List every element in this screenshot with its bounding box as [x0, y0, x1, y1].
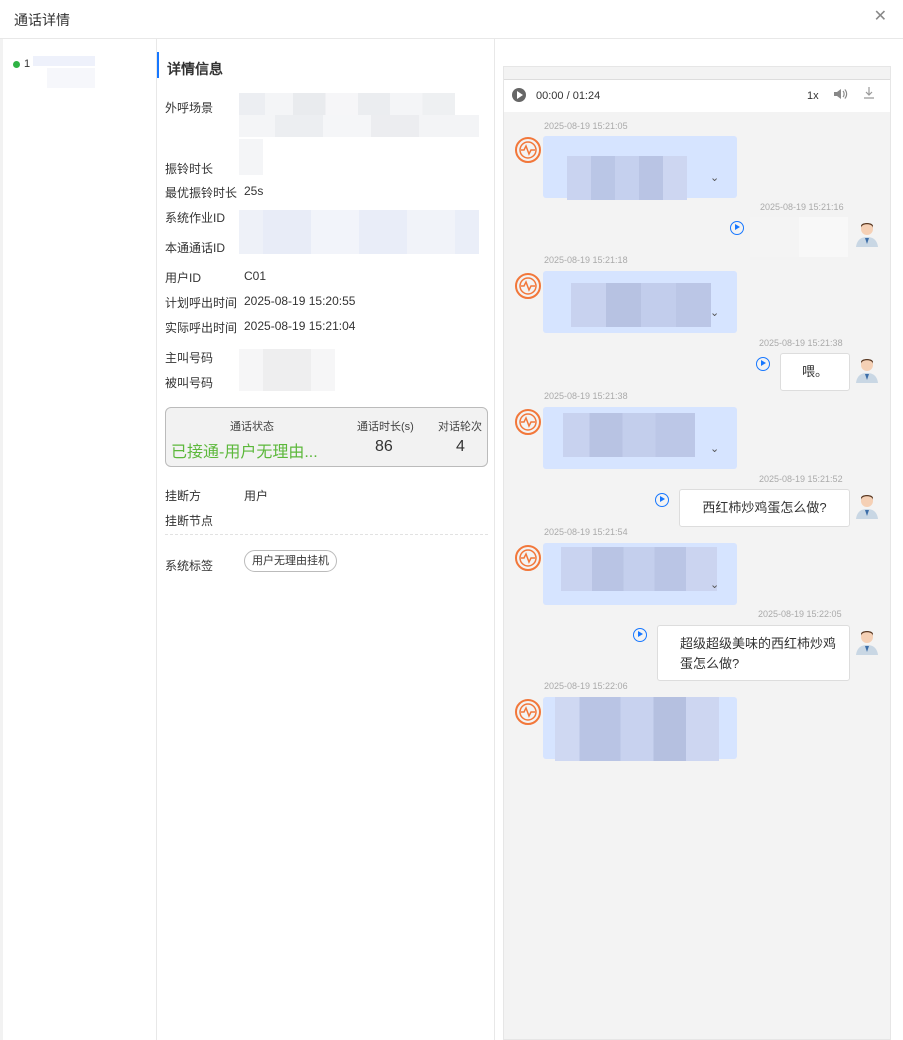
call-id-label: 本通通话ID [165, 241, 226, 255]
user-id-label: 用户ID [165, 271, 202, 285]
audio-player: 00:00 / 01:24 1x [504, 79, 890, 112]
bot-avatar-icon [515, 699, 541, 725]
redacted-block [567, 156, 687, 200]
message-time: 2025-08-19 15:21:52 [759, 474, 843, 484]
system-tag: 用户无理由挂机 [244, 550, 337, 572]
duration-value: 86 [375, 438, 393, 455]
message-time: 2025-08-19 15:21:54 [544, 527, 628, 537]
user-avatar-icon [856, 359, 878, 383]
redacted-block [33, 56, 95, 66]
replay-icon[interactable] [730, 221, 744, 235]
dialog-title: 通话详情 [14, 12, 70, 28]
section-title: 详情信息 [157, 52, 223, 78]
message-time: 2025-08-19 15:22:06 [544, 681, 628, 691]
hangup-node-label: 挂断节点 [165, 514, 214, 528]
expand-chevron-icon[interactable]: ⌄ [710, 442, 719, 455]
expand-chevron-icon[interactable]: ⌄ [710, 306, 719, 319]
bot-message-bubble: ⌄ [543, 271, 737, 333]
user-avatar-icon [856, 495, 878, 519]
redacted-user-message [750, 217, 848, 257]
scene-label: 外呼场景 [165, 101, 214, 115]
bot-avatar-icon [515, 545, 541, 571]
callee-label: 被叫号码 [165, 376, 214, 390]
replay-icon[interactable] [633, 628, 647, 642]
user-id-value: C01 [244, 269, 267, 283]
planned-time-value: 2025-08-19 15:20:55 [244, 294, 356, 308]
close-icon[interactable]: ✕ [874, 9, 887, 25]
planned-time-label: 计划呼出时间 [165, 296, 238, 310]
system-job-id-label: 系统作业ID [165, 211, 226, 225]
bot-avatar-icon [515, 273, 541, 299]
details-panel: 详情信息 外呼场景 振铃时长 最优振铃时长 25s 系统作业ID 本通通话ID … [157, 39, 495, 1040]
bot-message-bubble [543, 697, 737, 761]
bot-message-bubble: ⌄ [543, 136, 737, 200]
volume-icon[interactable] [832, 86, 848, 102]
expand-chevron-icon[interactable]: ⌄ [710, 578, 719, 591]
call-summary-card: 通话状态 已接通-用户无理由... 通话时长(s) 86 对话轮次 4 [165, 407, 488, 467]
divider [165, 534, 488, 535]
redacted-block [239, 210, 479, 254]
call-list-item[interactable]: 1 [13, 57, 30, 71]
message-time: 2025-08-19 15:21:38 [759, 338, 843, 348]
download-icon[interactable] [862, 86, 876, 100]
system-tags-label: 系统标签 [165, 559, 214, 573]
status-value: 已接通-用户无理由... [171, 444, 318, 461]
play-icon[interactable] [512, 88, 526, 102]
user-avatar-icon [856, 631, 878, 655]
message-time: 2025-08-19 15:21:18 [544, 255, 628, 265]
dialog-header: 通话详情 ✕ [0, 0, 903, 39]
conversation-panel: 00:00 / 01:24 1x 2025-08-19 15:21:05 ⌄ 2… [503, 66, 891, 1040]
player-time: 00:00 / 01:24 [536, 90, 601, 102]
turns-value: 4 [456, 438, 465, 455]
user-message-bubble: 喂。 [780, 353, 850, 391]
hangup-by-value: 用户 [244, 489, 269, 503]
status-dot-icon [13, 60, 20, 68]
redacted-block [555, 697, 719, 761]
call-list-panel: 1 [3, 39, 157, 1040]
speed-button[interactable]: 1x [807, 90, 819, 102]
message-time: 2025-08-19 15:21:05 [544, 121, 628, 131]
redacted-block [239, 349, 335, 391]
duration-label: 通话时长(s) [357, 421, 414, 433]
best-ring-duration-label: 最优振铃时长 [165, 186, 238, 200]
redacted-block [47, 68, 95, 88]
turns-label: 对话轮次 [438, 421, 482, 433]
message-time: 2025-08-19 15:21:38 [544, 391, 628, 401]
expand-chevron-icon[interactable]: ⌄ [710, 171, 719, 184]
redacted-block [239, 115, 479, 137]
caller-label: 主叫号码 [165, 351, 214, 365]
redacted-block [561, 547, 717, 591]
redacted-block [563, 413, 695, 457]
user-avatar-icon [856, 223, 878, 247]
hangup-by-label: 挂断方 [165, 489, 202, 503]
bot-avatar-icon [515, 409, 541, 435]
best-ring-duration-value: 25s [244, 184, 264, 198]
user-message-bubble: 西红柿炒鸡蛋怎么做? [679, 489, 850, 527]
user-message-bubble: 超级超级美味的西红柿炒鸡蛋怎么做? [657, 625, 850, 681]
bot-message-bubble: ⌄ [543, 543, 737, 605]
message-time: 2025-08-19 15:22:05 [758, 609, 842, 619]
ring-duration-label: 振铃时长 [165, 162, 214, 176]
replay-icon[interactable] [655, 493, 669, 507]
redacted-block [239, 93, 455, 115]
status-label: 通话状态 [230, 421, 274, 433]
redacted-block [571, 283, 711, 327]
call-list-item-label: 1 [24, 58, 31, 70]
bot-avatar-icon [515, 137, 541, 163]
actual-time-label: 实际呼出时间 [165, 321, 238, 335]
bot-message-bubble: ⌄ [543, 407, 737, 469]
message-time: 2025-08-19 15:21:16 [760, 202, 844, 212]
actual-time-value: 2025-08-19 15:21:04 [244, 319, 356, 333]
redacted-block [239, 139, 263, 175]
replay-icon[interactable] [756, 357, 770, 371]
